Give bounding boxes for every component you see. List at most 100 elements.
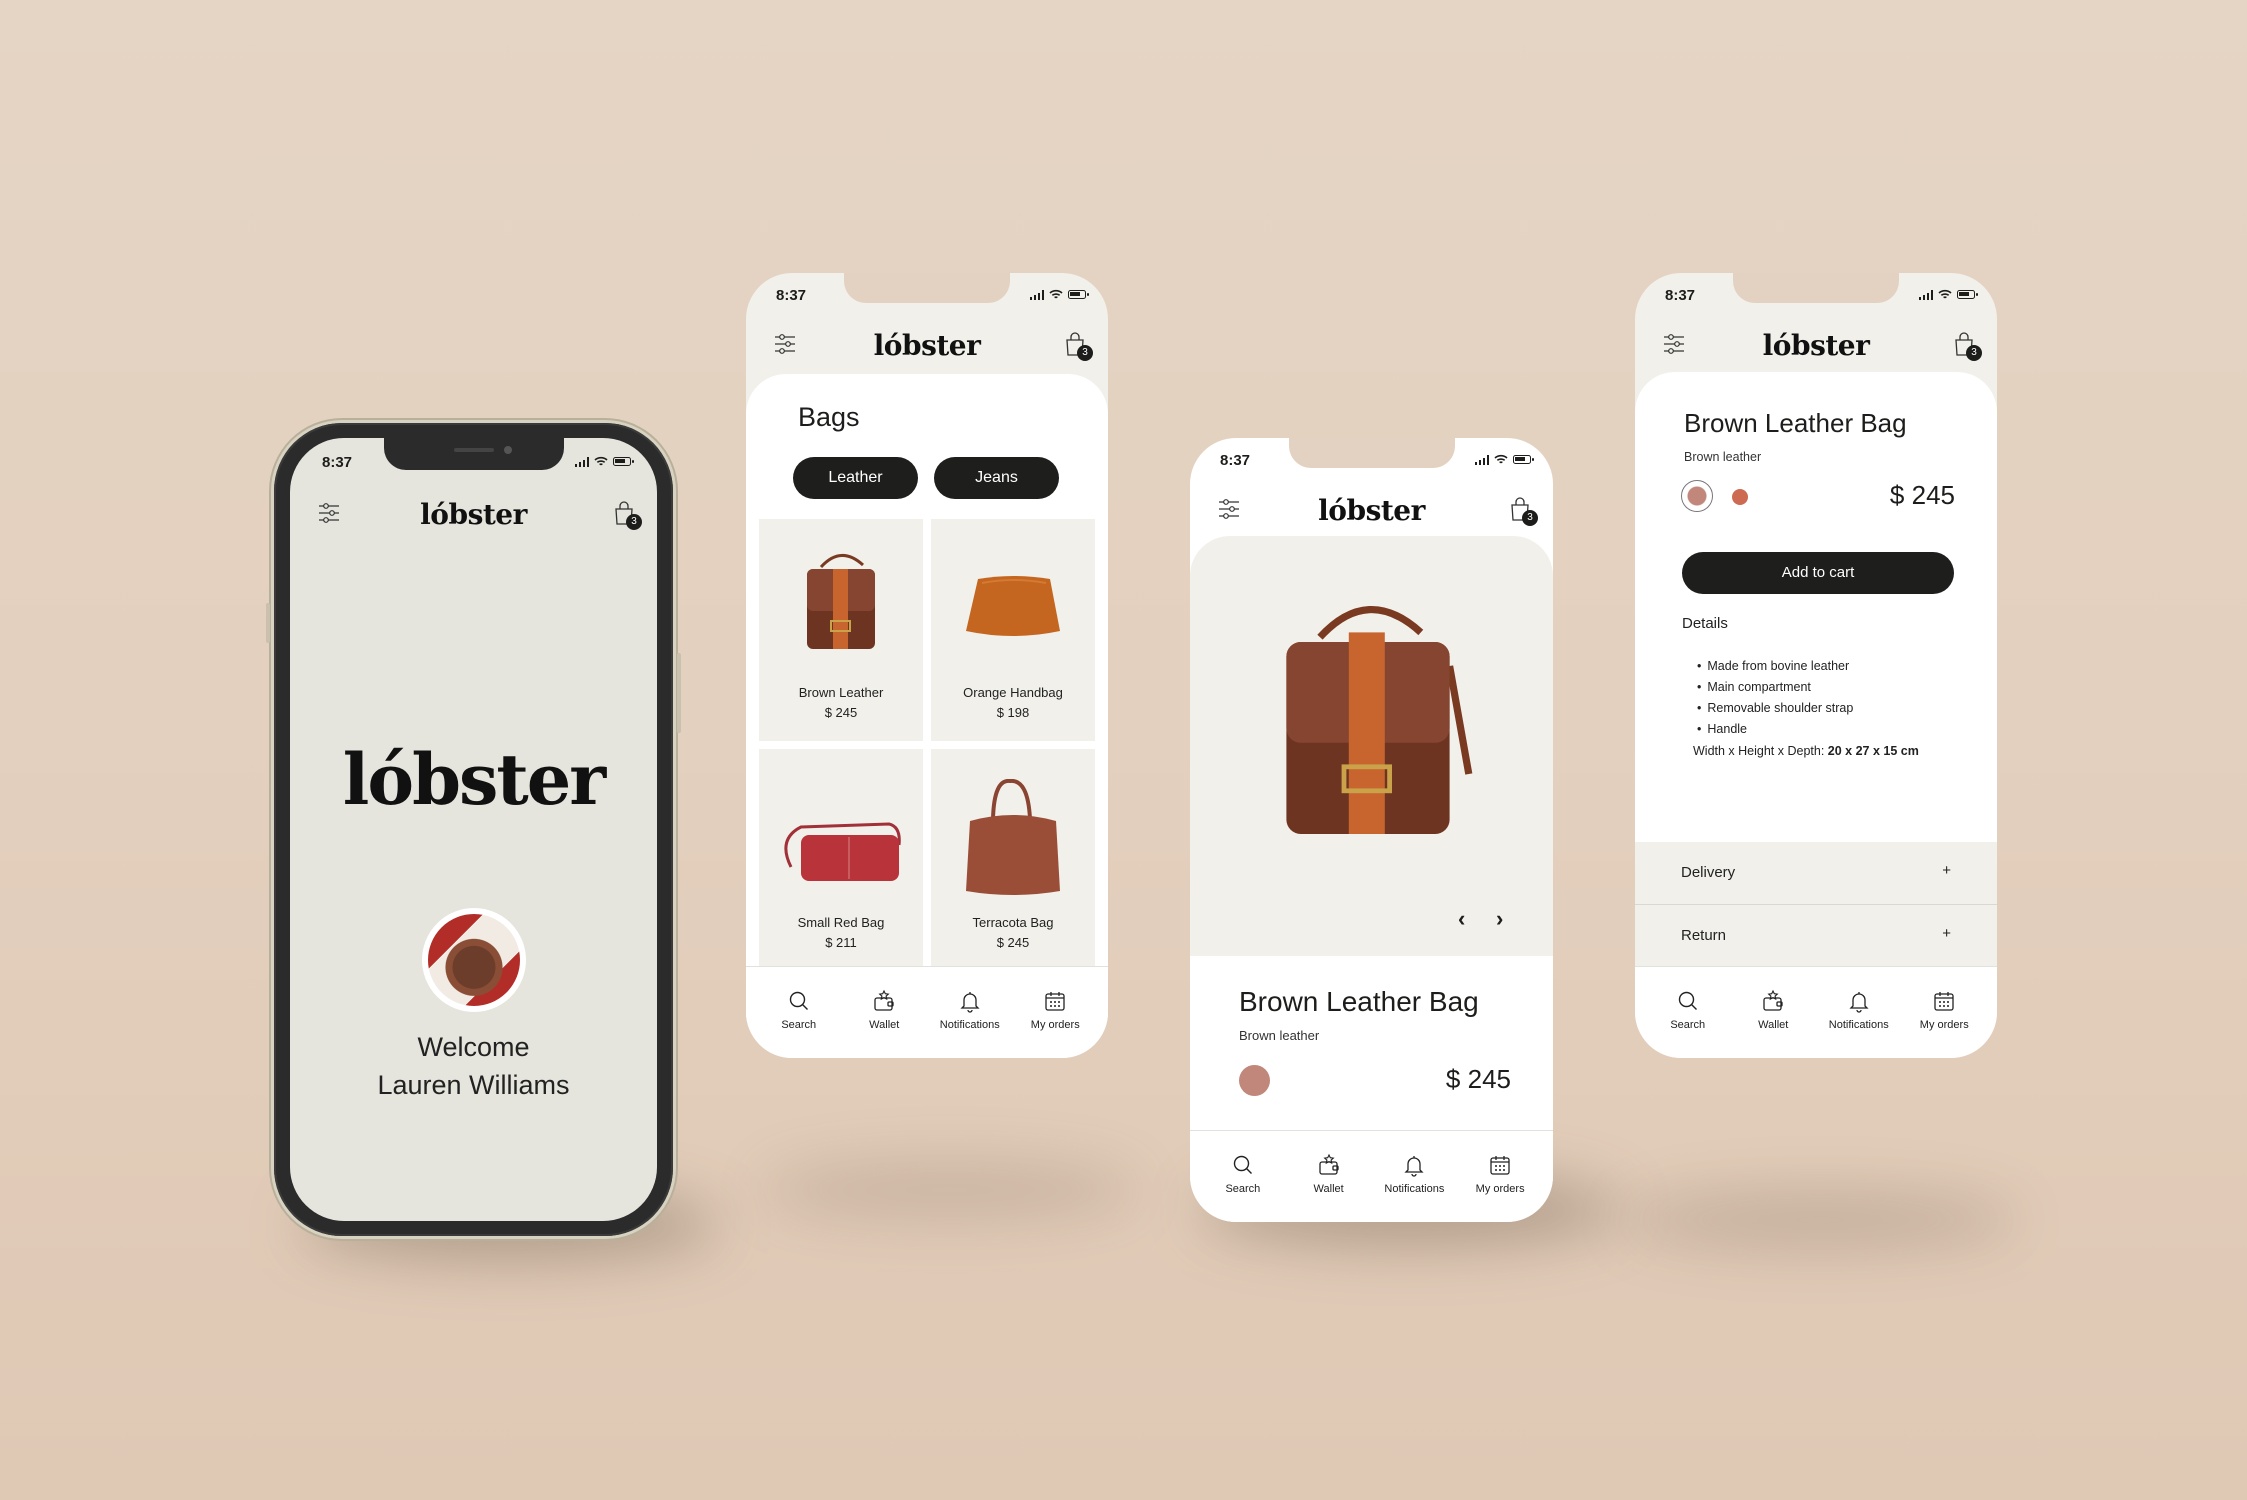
details-sheet: Brown Leather Bag Brown leather $ 245 Ad…	[1635, 372, 1997, 842]
tab-my-orders[interactable]: My orders	[1460, 1131, 1540, 1222]
cart-button[interactable]: 3	[613, 500, 642, 530]
phone-catalog: 8:37 lóbster 3 Bags Leather Jeans Brown …	[746, 273, 1108, 1058]
product-name: Small Red Bag	[797, 915, 885, 930]
tab-label: Search	[781, 1019, 817, 1031]
tab-label: Wallet	[1758, 1019, 1789, 1031]
expand-icon: +	[1942, 862, 1951, 879]
tab-label: My orders	[1919, 1019, 1969, 1031]
color-swatch[interactable]	[1732, 489, 1748, 505]
signal-icon	[1029, 289, 1044, 300]
tab-search[interactable]: Search	[759, 967, 839, 1058]
wifi-icon	[1049, 289, 1063, 299]
tab-label: Notifications	[1384, 1183, 1445, 1195]
product-subtitle: Brown leather	[1239, 1028, 1320, 1043]
product-image-terracota-bag	[966, 779, 1060, 895]
status-time: 8:37	[1220, 452, 1251, 469]
tab-wallet[interactable]: Wallet	[844, 967, 924, 1058]
add-to-cart-button[interactable]: Add to cart	[1682, 552, 1954, 594]
phone-shadow	[760, 1160, 1140, 1220]
wifi-icon	[1494, 454, 1508, 464]
carousel-next-button[interactable]: ›	[1496, 906, 1503, 932]
battery-icon	[1513, 455, 1534, 464]
tab-label: Wallet	[1313, 1183, 1344, 1195]
tab-label: Search	[1225, 1183, 1261, 1195]
catalog-sheet: Bags Leather Jeans Brown Leather $ 245 O…	[746, 374, 1108, 1058]
welcome-greeting: Welcome	[417, 1032, 530, 1062]
cart-count-badge: 3	[626, 514, 642, 530]
product-price: $ 245	[1889, 480, 1955, 510]
wallet-icon	[1763, 989, 1783, 1011]
carousel-prev-button[interactable]: ‹	[1458, 906, 1465, 932]
welcome-logo: lóbster	[342, 738, 606, 821]
cart-count-badge: 3	[1522, 510, 1538, 526]
phone-product-hero: 8:37 lóbster 3 ‹ › Brown Leather Bag Bro…	[1190, 438, 1553, 1222]
filter-icon[interactable]	[1218, 499, 1240, 519]
product-image-carousel[interactable]: ‹ ›	[1190, 536, 1553, 956]
product-card[interactable]: Brown Leather $ 245	[759, 519, 923, 741]
cart-button[interactable]: 3	[1509, 496, 1538, 526]
product-image-brown-leather-bag	[1286, 606, 1473, 834]
product-card[interactable]: Orange Handbag $ 198	[931, 519, 1095, 741]
tab-search[interactable]: Search	[1648, 967, 1728, 1058]
cart-count-badge: 3	[1077, 345, 1093, 361]
user-name: Lauren Williams	[377, 1070, 570, 1100]
app-header: lóbster 3	[746, 321, 1108, 371]
product-title: Brown Leather Bag	[1684, 408, 1907, 438]
dimensions-label: Width x Height x Depth:	[1693, 744, 1825, 758]
phone-product-details: 8:37 lóbster 3 Brown Leather Bag Brown l…	[1635, 273, 1997, 1058]
filter-icon[interactable]	[318, 503, 340, 523]
status-icons	[574, 456, 634, 467]
cart-button[interactable]: 3	[1064, 331, 1093, 361]
search-icon	[1678, 991, 1697, 1010]
brand-logo[interactable]: lóbster	[874, 329, 981, 362]
accordion-delivery[interactable]: Delivery +	[1635, 842, 1997, 905]
filter-chip-jeans[interactable]: Jeans	[934, 457, 1059, 499]
status-time: 8:37	[1665, 287, 1696, 304]
cart-count-badge: 3	[1966, 345, 1982, 361]
tab-notifications[interactable]: Notifications	[1374, 1131, 1454, 1222]
accordion-return[interactable]: Return +	[1635, 905, 1997, 968]
tab-wallet[interactable]: Wallet	[1733, 967, 1813, 1058]
brand-logo[interactable]: lóbster	[1318, 494, 1425, 527]
bell-icon	[1849, 992, 1869, 1013]
tab-label: Notifications	[1828, 1019, 1889, 1031]
status-icons	[1918, 289, 1978, 300]
tab-search[interactable]: Search	[1203, 1131, 1283, 1222]
accordion-label: Delivery	[1681, 864, 1736, 881]
filter-chip-leather[interactable]: Leather	[793, 457, 918, 499]
expand-icon: +	[1942, 925, 1951, 942]
signal-icon	[1918, 289, 1933, 300]
bell-icon	[1404, 1156, 1424, 1177]
tab-wallet[interactable]: Wallet	[1289, 1131, 1369, 1222]
dimensions-value: 20 x 27 x 15 cm	[1827, 744, 1919, 758]
status-icons	[1474, 454, 1534, 465]
color-swatch-selected[interactable]	[1681, 480, 1713, 512]
tab-my-orders[interactable]: My orders	[1904, 967, 1984, 1058]
tab-notifications[interactable]: Notifications	[930, 967, 1010, 1058]
welcome-message: Welcome Lauren Williams	[290, 1028, 657, 1104]
color-swatch[interactable]	[1239, 1065, 1270, 1096]
brand-logo[interactable]: lóbster	[1763, 329, 1870, 362]
tab-my-orders[interactable]: My orders	[1015, 967, 1095, 1058]
product-subtitle: Brown leather	[1684, 450, 1762, 464]
filter-icon[interactable]	[1663, 334, 1685, 354]
calendar-icon	[1934, 992, 1954, 1011]
product-card[interactable]: Terracota Bag $ 245	[931, 749, 1095, 971]
dimensions: Width x Height x Depth: 20 x 27 x 15 cm	[1693, 744, 1919, 758]
cart-button[interactable]: 3	[1953, 331, 1982, 361]
bottom-tab-bar: Search Wallet Notifications My orders	[746, 966, 1108, 1058]
brand-logo[interactable]: lóbster	[420, 498, 527, 531]
product-price: $ 245	[1445, 1064, 1511, 1094]
product-card[interactable]: Small Red Bag $ 211	[759, 749, 923, 971]
app-header: lóbster 3	[290, 490, 657, 540]
product-name: Brown Leather	[798, 685, 884, 700]
notch	[844, 273, 1010, 303]
avatar[interactable]	[421, 908, 526, 1012]
tab-notifications[interactable]: Notifications	[1819, 967, 1899, 1058]
bell-icon	[960, 992, 980, 1013]
product-image-small-red-bag	[784, 822, 901, 881]
filter-icon[interactable]	[774, 334, 796, 354]
accordion-label: Return	[1681, 927, 1727, 944]
product-price: $ 245	[996, 935, 1030, 950]
details-item: Handle	[1697, 719, 1853, 740]
